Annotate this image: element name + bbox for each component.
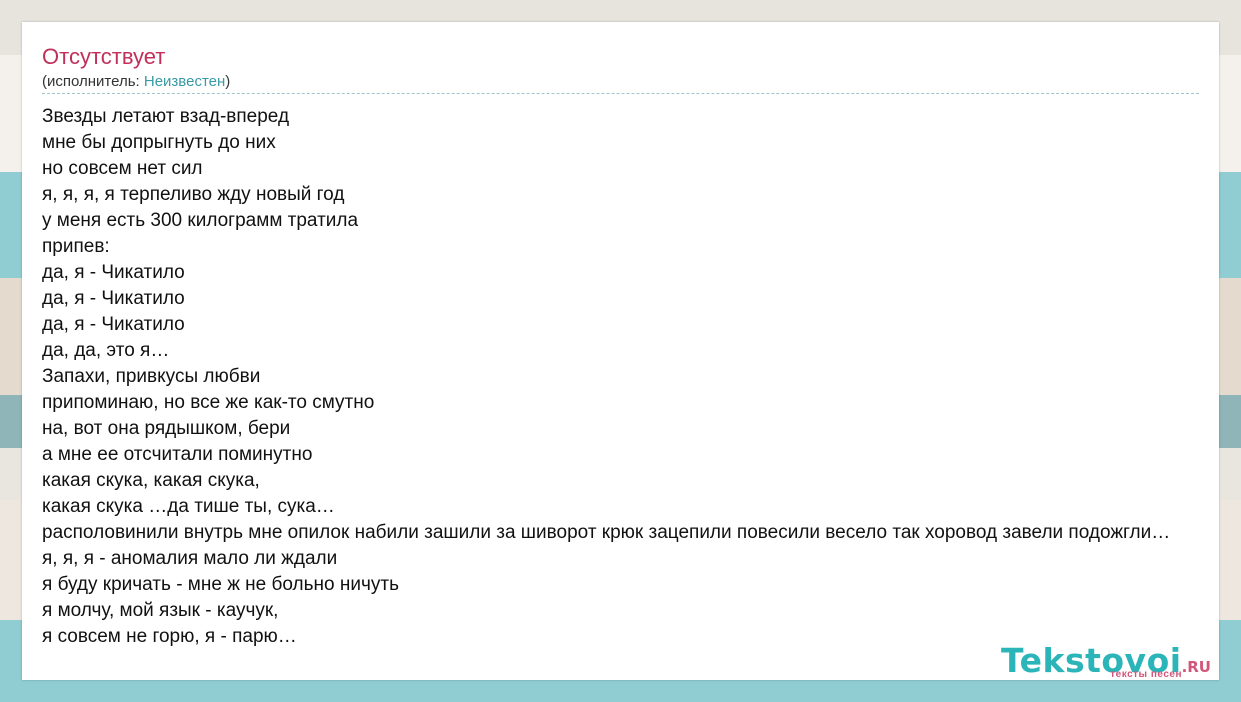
lyrics-line: да, я - Чикатило (42, 262, 185, 283)
lyrics-line: да, я - Чикатило (42, 314, 185, 335)
lyrics-line: я молчу, мой язык - каучук, (42, 600, 279, 621)
lyrics-line: да, да, это я… (42, 340, 170, 361)
lyrics-line: какая скука, какая скука, (42, 470, 260, 491)
lyrics-line: припев: (42, 236, 110, 257)
lyrics-line: но совсем нет сил (42, 158, 203, 179)
artist-suffix: ) (225, 73, 231, 90)
lyrics-line: я, я, я - аномалия мало ли ждали (42, 548, 338, 569)
logo-tagline: тексты песен (1110, 669, 1182, 680)
lyrics-line: Звезды летают взад-вперед (42, 106, 290, 127)
lyrics-line: припоминаю, но все же как-то смутно (42, 392, 375, 413)
song-title: Отсутствует (42, 44, 166, 69)
lyrics-line: да, я - Чикатило (42, 288, 185, 309)
lyrics-line: я, я, я, я терпеливо жду новый год (42, 184, 345, 205)
lyrics-line: располовинили внутрь мне опилок набили з… (42, 522, 1171, 543)
lyrics-line: мне бы допрыгнуть до них (42, 132, 276, 153)
lyrics-line: на, вот она рядышком, бери (42, 418, 291, 439)
artist-byline: (исполнитель: Неизвестен) (42, 73, 230, 91)
lyrics-line: а мне ее отсчитали поминутно (42, 444, 313, 465)
lyrics-line: Запахи, привкусы любви (42, 366, 261, 387)
title-divider (42, 93, 1199, 94)
logo-tld: .RU (1181, 658, 1211, 676)
lyrics-line: какая скука …да тише ты, сука… (42, 496, 335, 517)
lyrics-card: Отсутствует (исполнитель: Неизвестен) Зв… (22, 22, 1219, 680)
artist-link[interactable]: Неизвестен (144, 73, 225, 90)
lyrics-line: у меня есть 300 килограмм тратила (42, 210, 359, 231)
artist-prefix: (исполнитель: (42, 73, 144, 90)
lyrics-text: Звезды летают взад-вперед мне бы допрыгн… (42, 104, 1219, 650)
lyrics-line: я буду кричать - мне ж не больно ничуть (42, 574, 399, 595)
